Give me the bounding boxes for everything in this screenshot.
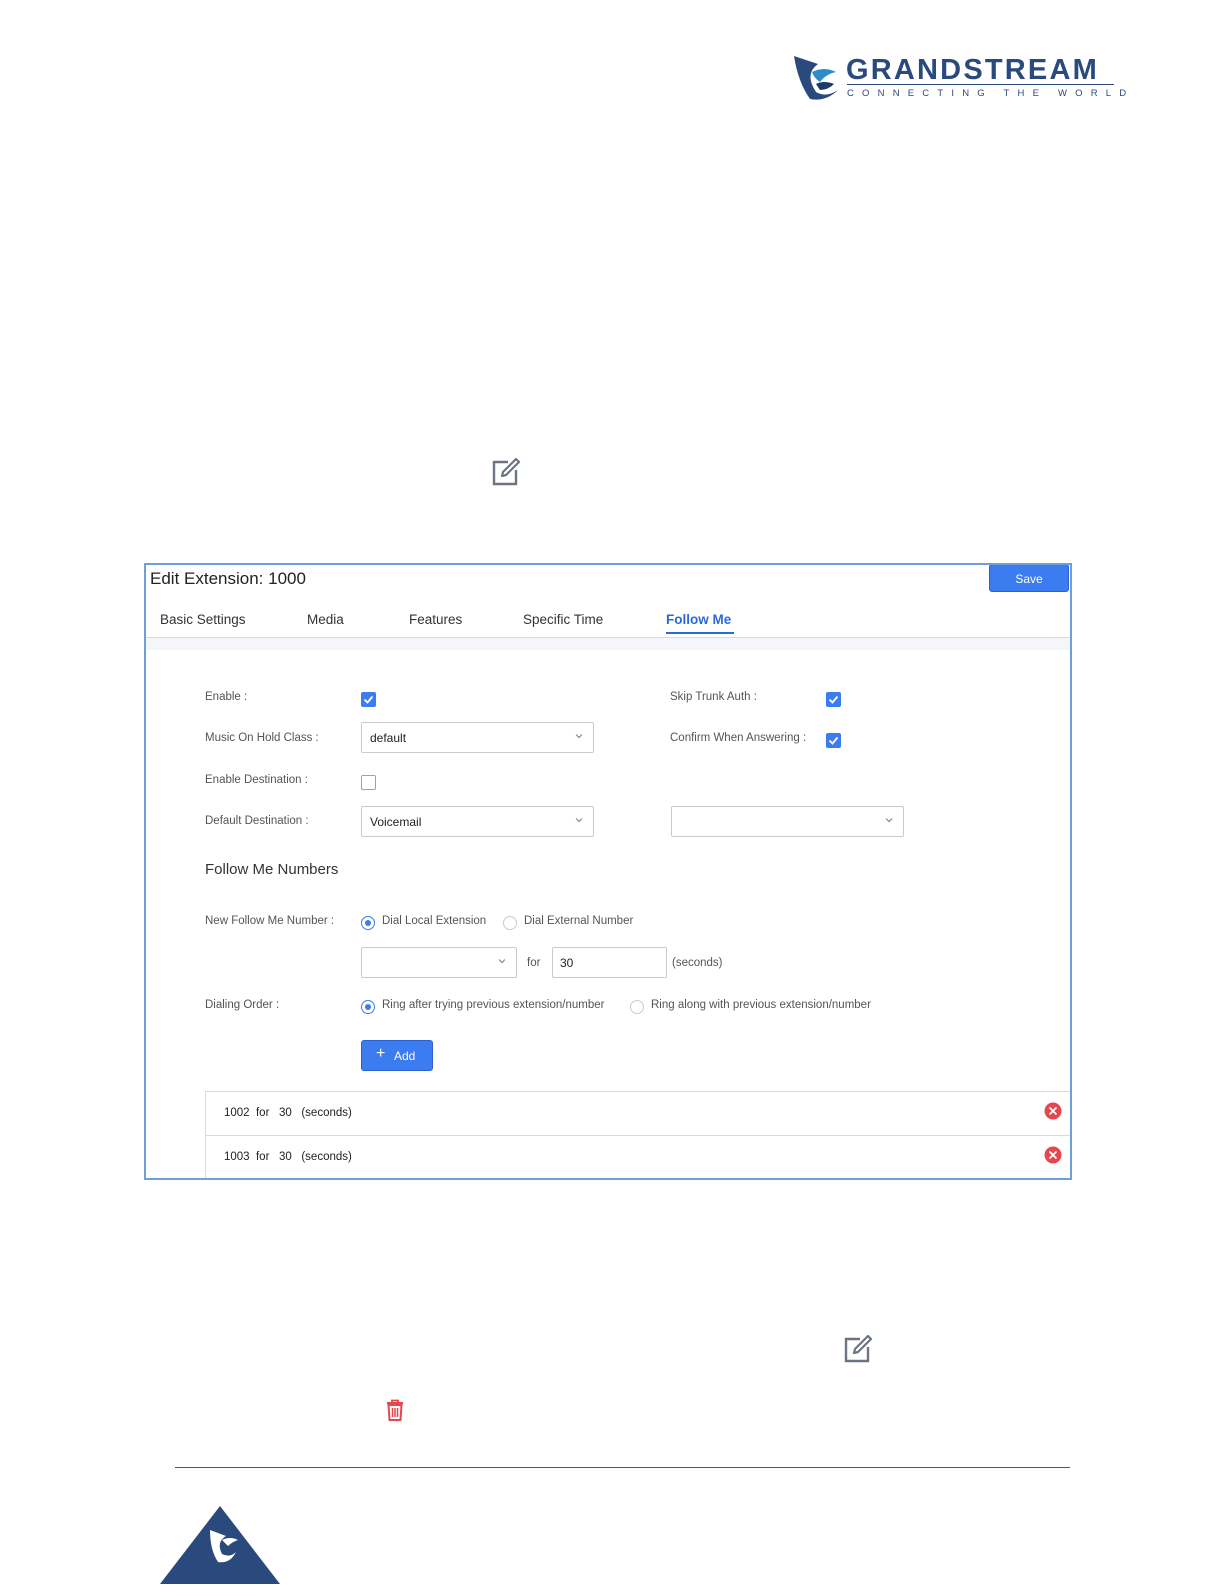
brand-name: GRANDSTREAM [846,54,1099,86]
new-follow-me-number-label: New Follow Me Number : [205,915,335,927]
chevron-down-icon [575,818,583,823]
default-destination-target-select[interactable] [671,806,904,837]
remove-circle-icon[interactable] [1044,1102,1062,1120]
seconds-unit-label: (seconds) [672,957,723,969]
brand-divider [847,84,1114,85]
edit-extension-dialog: Edit Extension: 1000 Save Basic Settings… [144,563,1072,1180]
default-destination-label: Default Destination : [205,815,309,827]
skip-trunk-auth-label: Skip Trunk Auth : [670,691,757,703]
plus-icon: + [376,1045,386,1062]
dialing-order-label: Dialing Order : [205,999,280,1011]
ring-seconds-input[interactable]: 30 [552,947,667,978]
chevron-down-icon [498,959,506,964]
chevron-down-icon [575,734,583,739]
active-tab-indicator [666,632,734,634]
moh-class-label: Music On Hold Class : [205,732,319,744]
dial-external-number-label[interactable]: Dial External Number [524,915,633,927]
default-destination-value: Voicemail [370,815,422,829]
ring-along-label[interactable]: Ring along with previous extension/numbe… [651,999,871,1011]
grandstream-logo-icon [790,52,842,104]
enable-destination-label: Enable Destination : [205,774,308,786]
footer-logo-icon [160,1506,280,1584]
save-button[interactable]: Save [989,565,1069,592]
checkmark-icon [828,736,839,745]
dialog-title: Edit Extension: 1000 [150,569,306,588]
tab-bar: Basic Settings Media Features Specific T… [146,607,1070,638]
chevron-down-icon [885,818,893,823]
moh-class-select[interactable]: default [361,722,594,753]
enable-label: Enable : [205,691,248,703]
dial-local-extension-radio[interactable] [361,916,375,930]
tab-basic-settings[interactable]: Basic Settings [160,612,246,627]
follow-me-entry-text: 1003 for 30 (seconds) [224,1151,352,1163]
tab-features[interactable]: Features [409,612,462,627]
add-follow-me-button[interactable]: + Add [361,1040,433,1071]
add-button-label: Add [394,1049,416,1063]
follow-me-list: 1002 for 30 (seconds) 1003 for 30 (secon… [205,1091,1070,1178]
ring-along-radio[interactable] [630,1000,644,1014]
edit-icon [842,1333,874,1365]
tab-media[interactable]: Media [307,612,344,627]
edit-icon [490,456,522,488]
dial-local-extension-label[interactable]: Dial Local Extension [382,915,486,927]
ring-seconds-value: 30 [560,956,574,970]
follow-me-extension-select[interactable] [361,947,517,978]
checkmark-icon [828,695,839,704]
tab-content-band [146,638,1070,650]
for-label: for [527,957,541,969]
list-item: 1003 for 30 (seconds) [206,1136,1070,1178]
tab-follow-me[interactable]: Follow Me [666,612,731,627]
ring-after-radio[interactable] [361,1000,375,1014]
enable-destination-checkbox[interactable] [361,775,376,790]
moh-class-value: default [370,731,407,745]
follow-me-numbers-heading: Follow Me Numbers [205,861,339,878]
remove-circle-icon[interactable] [1044,1146,1062,1164]
confirm-answering-checkbox[interactable] [826,733,841,748]
dial-external-number-radio[interactable] [503,916,517,930]
checkmark-icon [363,695,374,704]
trash-icon [384,1398,406,1422]
default-destination-select[interactable]: Voicemail [361,806,594,837]
footer-divider [175,1467,1070,1468]
tab-specific-time[interactable]: Specific Time [523,612,603,627]
confirm-answering-label: Confirm When Answering : [670,732,807,744]
ring-after-label[interactable]: Ring after trying previous extension/num… [382,999,604,1011]
brand-tagline: CONNECTING THE WORLD [847,88,1135,99]
enable-checkbox[interactable] [361,692,376,707]
follow-me-entry-text: 1002 for 30 (seconds) [224,1107,352,1119]
skip-trunk-auth-checkbox[interactable] [826,692,841,707]
list-item: 1002 for 30 (seconds) [206,1092,1070,1136]
